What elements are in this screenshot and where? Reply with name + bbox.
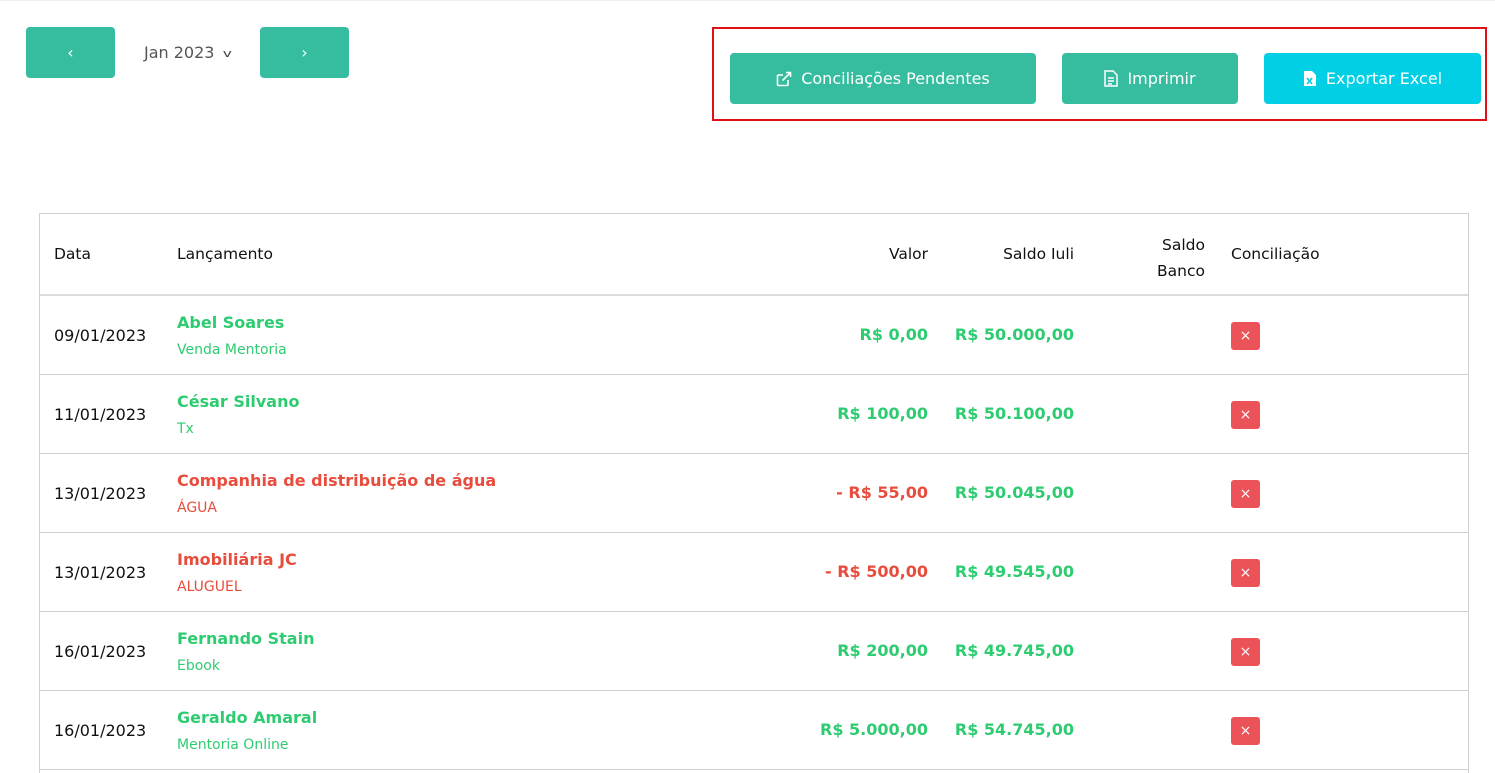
not-reconciled-icon[interactable]: × [1231, 559, 1260, 587]
row-date: 16/01/2023 [54, 642, 147, 661]
exportar-excel-button[interactable]: Exportar Excel [1264, 53, 1481, 104]
header-saldo-banco-line1: Saldo [1162, 236, 1205, 254]
chevron-left-icon: ‹ [67, 43, 74, 62]
row-category: ALUGUEL [177, 579, 242, 595]
header-saldo-banco-line2: Banco [1157, 262, 1205, 280]
top-divider [0, 0, 1495, 1]
header-data: Data [54, 245, 92, 263]
row-saldo: R$ 54.745,00 [954, 720, 1074, 739]
row-valor: R$ 0,00 [859, 325, 929, 344]
row-saldo: R$ 50.000,00 [954, 325, 1074, 344]
row-saldo: R$ 50.100,00 [954, 404, 1074, 423]
not-reconciled-icon[interactable]: × [1231, 322, 1260, 350]
row-date: 13/01/2023 [54, 563, 147, 582]
month-select-value: Jan 2023 [144, 43, 215, 62]
excel-file-icon [1303, 71, 1316, 86]
conciliacoes-pendentes-label: Conciliações Pendentes [801, 69, 990, 88]
row-name[interactable]: Companhia de distribuição de água [177, 471, 496, 490]
header-valor: Valor [888, 245, 928, 263]
row-valor: R$ 100,00 [837, 404, 928, 423]
not-reconciled-icon[interactable]: × [1231, 401, 1260, 429]
not-reconciled-icon[interactable]: × [1231, 480, 1260, 508]
table-row: 09/01/2023 Abel Soares Venda Mentoria R$… [40, 296, 1468, 375]
header-lancamento: Lançamento [177, 245, 273, 263]
row-date: 16/01/2023 [54, 721, 147, 740]
month-select[interactable]: Jan 2023 v [115, 27, 260, 78]
chevron-down-icon: v [223, 47, 233, 60]
row-date: 09/01/2023 [54, 326, 147, 345]
exportar-excel-label: Exportar Excel [1325, 69, 1443, 88]
not-reconciled-icon[interactable]: × [1231, 717, 1260, 745]
table-row: 13/01/2023 Companhia de distribuição de … [40, 454, 1468, 533]
chevron-right-icon: › [301, 43, 308, 62]
row-category: Ebook [177, 658, 220, 674]
external-link-icon [776, 71, 792, 86]
header-saldo-banco: Saldo Banco [1157, 232, 1205, 284]
imprimir-label: Imprimir [1127, 69, 1196, 88]
row-valor: R$ 5.000,00 [820, 720, 928, 739]
header-conciliacao: Conciliação [1231, 245, 1320, 263]
row-saldo: R$ 50.045,00 [954, 483, 1074, 502]
row-date: 13/01/2023 [54, 484, 147, 503]
conciliacoes-pendentes-button[interactable]: Conciliações Pendentes [730, 53, 1036, 104]
row-name[interactable]: Imobiliária JC [177, 550, 297, 569]
row-valor: - R$ 500,00 [825, 562, 928, 581]
table-row: 16/01/2023 Fernando Stain Ebook R$ 200,0… [40, 612, 1468, 691]
row-saldo: R$ 49.745,00 [954, 641, 1074, 660]
row-category: ÁGUA [177, 500, 218, 516]
table-row: 16/01/2023 Geraldo Amaral Mentoria Onlin… [40, 691, 1468, 770]
row-category: Venda Mentoria [177, 342, 287, 358]
month-navigator: ‹ Jan 2023 v › [26, 27, 349, 78]
table-row: 13/01/2023 Imobiliária JC ALUGUEL - R$ 5… [40, 533, 1468, 612]
row-name[interactable]: Geraldo Amaral [177, 708, 317, 727]
imprimir-button[interactable]: Imprimir [1062, 53, 1238, 104]
row-name[interactable]: Fernando Stain [177, 629, 314, 648]
table-header: Data Lançamento Valor Saldo Iuli Saldo B… [40, 214, 1468, 296]
document-icon [1104, 70, 1119, 87]
action-buttons-highlight: Conciliações Pendentes Imprimir Exportar… [712, 27, 1487, 121]
row-date: 11/01/2023 [54, 405, 147, 424]
next-month-button[interactable]: › [260, 27, 349, 78]
header-saldo-iuli: Saldo Iuli [1003, 245, 1074, 263]
row-valor: - R$ 55,00 [836, 483, 928, 502]
row-name[interactable]: Abel Soares [177, 313, 284, 332]
transactions-table: Data Lançamento Valor Saldo Iuli Saldo B… [39, 213, 1469, 773]
previous-month-button[interactable]: ‹ [26, 27, 115, 78]
row-category: Tx [177, 421, 194, 437]
not-reconciled-icon[interactable]: × [1231, 638, 1260, 666]
table-row: 11/01/2023 César Silvano Tx R$ 100,00 R$… [40, 375, 1468, 454]
row-name[interactable]: César Silvano [177, 392, 299, 411]
row-category: Mentoria Online [177, 737, 289, 753]
row-saldo: R$ 49.545,00 [954, 562, 1074, 581]
row-valor: R$ 200,00 [837, 641, 928, 660]
